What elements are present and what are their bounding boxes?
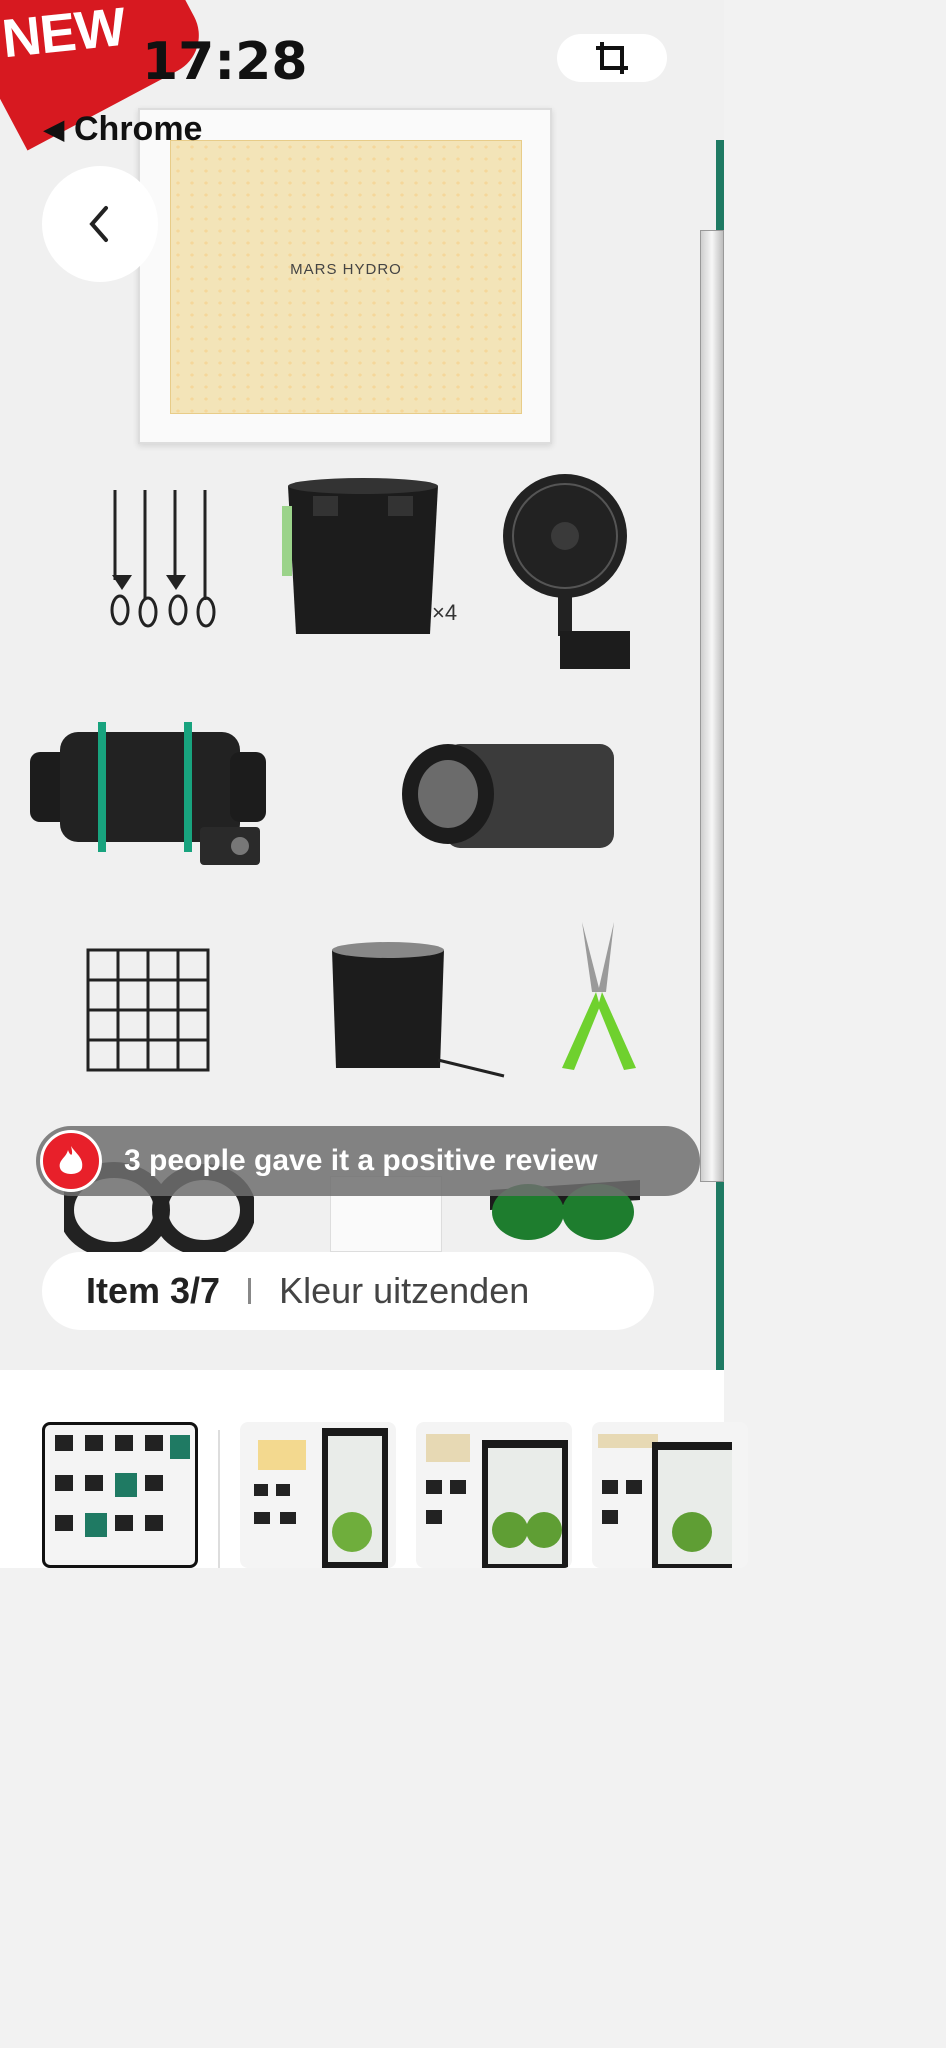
review-banner: 3 people gave it a positive review xyxy=(36,1126,700,1196)
variant-name: Kleur uitzenden xyxy=(279,1270,530,1311)
variant-selector[interactable]: Item 3/7 Kleur uitzenden xyxy=(42,1252,654,1330)
carbon-filter xyxy=(402,744,614,848)
review-text: 3 people gave it a positive review xyxy=(124,1144,598,1177)
led-board: MARS HYDRO xyxy=(170,140,522,414)
grow-light-panel: MARS HYDRO xyxy=(138,108,552,444)
product-image[interactable]: NEW MARS HYDRO ×4 17:28 ◀ Chrome 3 peopl… xyxy=(0,0,724,1370)
back-triangle-icon: ◀ xyxy=(44,114,64,144)
status-time: 17:28 xyxy=(142,32,308,92)
thumbnail-1[interactable] xyxy=(42,1422,198,1568)
chevron-left-icon xyxy=(89,206,108,242)
rope-hangers xyxy=(110,490,216,628)
thumbnail-4[interactable] xyxy=(592,1422,748,1568)
crop-icon xyxy=(596,42,628,74)
crop-button[interactable] xyxy=(557,34,667,82)
thumbnail-strip xyxy=(0,1370,748,1568)
pruning-shears xyxy=(562,922,636,1070)
trellis-net xyxy=(86,948,210,1072)
flame-icon xyxy=(40,1130,102,1192)
thumbnail-separator xyxy=(218,1430,220,1568)
light-reflector xyxy=(332,942,505,1078)
back-to-app[interactable]: ◀ Chrome xyxy=(44,110,202,149)
brand-label: MARS HYDRO xyxy=(290,261,402,278)
thumbnail-2[interactable] xyxy=(240,1422,396,1568)
inline-duct-fan xyxy=(30,722,266,865)
back-app-label: Chrome xyxy=(74,110,203,148)
divider xyxy=(248,1278,252,1304)
back-button[interactable] xyxy=(42,166,158,282)
item-count: Item 3/7 xyxy=(86,1270,221,1311)
thumbnail-3[interactable] xyxy=(416,1422,572,1568)
clip-fan xyxy=(503,474,630,669)
support-pole xyxy=(700,230,724,1182)
pot-count: ×4 xyxy=(432,600,458,625)
